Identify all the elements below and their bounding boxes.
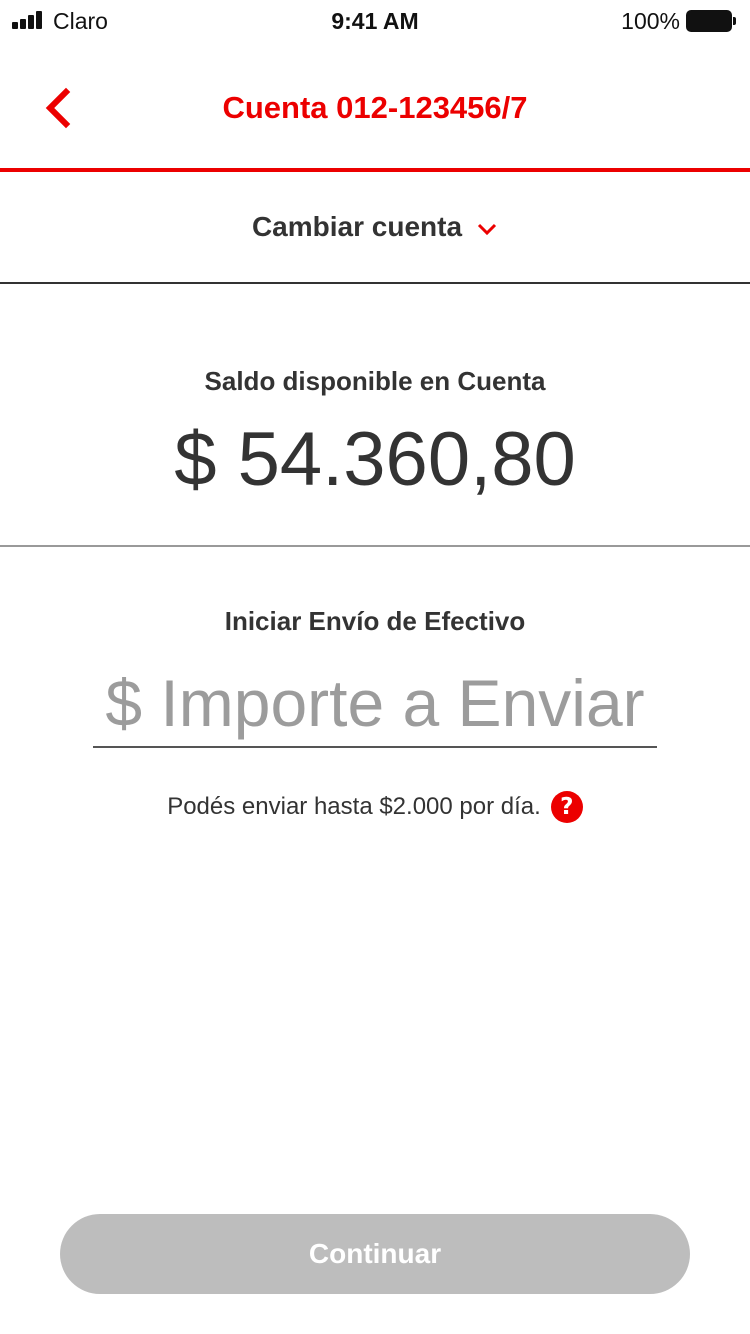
balance-section: Saldo disponible en Cuenta $ 54.360,80 bbox=[0, 284, 750, 547]
page-title: Cuenta 012-123456/7 bbox=[222, 90, 528, 125]
balance-label: Saldo disponible en Cuenta bbox=[204, 366, 546, 396]
send-cash-label: Iniciar Envío de Efectivo bbox=[224, 606, 526, 636]
balance-amount: $ 54.360,80 bbox=[174, 417, 576, 502]
limit-text: Podés enviar hasta $2.000 por día. bbox=[167, 793, 541, 820]
battery-icon bbox=[686, 10, 736, 32]
question-icon[interactable]: ? bbox=[550, 791, 583, 823]
continue-button[interactable]: Continuar bbox=[60, 1214, 690, 1294]
chevron-down-icon bbox=[477, 223, 497, 236]
status-bar: Claro 9:41 AM 100% bbox=[0, 0, 750, 40]
change-account-button[interactable]: Cambiar cuenta bbox=[0, 172, 750, 284]
amount-input[interactable] bbox=[93, 660, 657, 748]
change-account-label: Cambiar cuenta bbox=[251, 211, 463, 242]
navigation-header: Cuenta 012-123456/7 bbox=[0, 40, 750, 172]
limit-info: Podés enviar hasta $2.000 por día. ? bbox=[0, 791, 750, 823]
battery-percent: 100% bbox=[621, 8, 680, 34]
